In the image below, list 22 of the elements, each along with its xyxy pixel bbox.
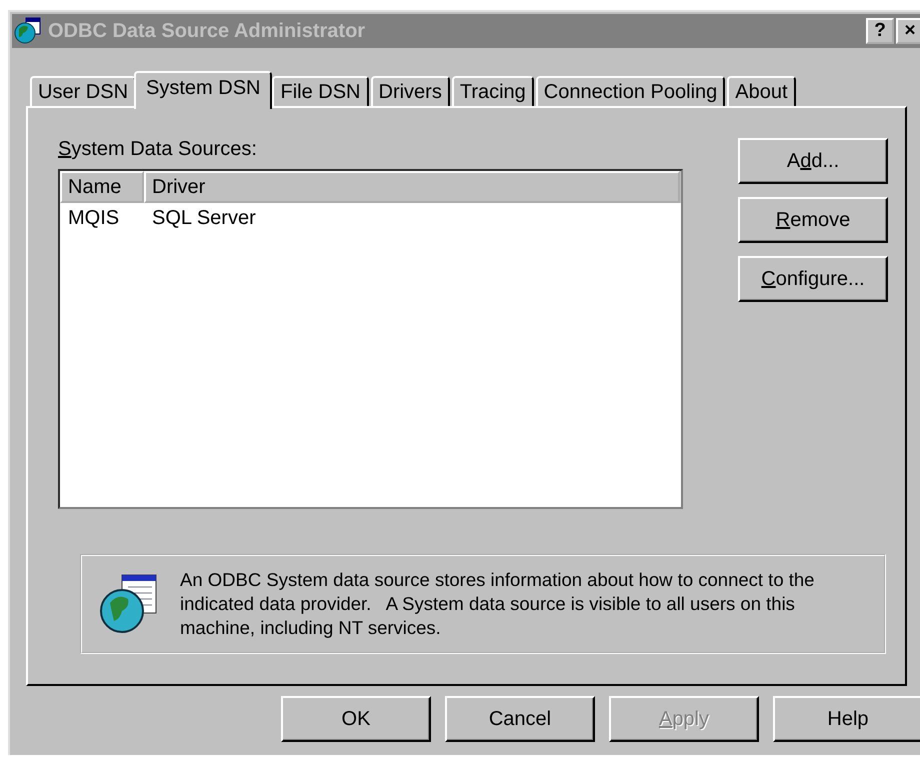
data-source-list[interactable]: Name Driver MQIS SQL Server <box>58 169 683 509</box>
dialog-button[interactable]: OK <box>281 696 431 742</box>
window-title: ODBC Data Source Administrator <box>48 20 366 42</box>
tab[interactable]: Tracing <box>452 76 534 106</box>
column-header[interactable]: Driver <box>144 171 680 203</box>
tab[interactable]: User DSN <box>30 76 136 106</box>
list-row[interactable]: MQIS SQL Server <box>60 203 681 233</box>
close-button[interactable]: × <box>896 18 920 44</box>
help-button[interactable]: ? <box>866 18 894 44</box>
dialog-button[interactable]: Add... <box>738 138 888 184</box>
dialog-button[interactable]: Help <box>773 696 920 742</box>
dialog-button[interactable]: Remove <box>738 197 888 243</box>
tab[interactable]: Connection Pooling <box>536 76 726 106</box>
tab[interactable]: System DSN <box>134 71 272 109</box>
info-text: An ODBC System data source stores information about how to connect to the indicated data provider. A System data source is visible to all users on this machine, including NT services. <box>180 568 816 640</box>
tab[interactable]: Drivers <box>370 76 450 106</box>
tab[interactable]: About <box>727 76 796 106</box>
dialog-button[interactable]: Configure... <box>738 256 888 302</box>
list-label: System Data Sources: <box>58 138 258 161</box>
tab[interactable]: File DSN <box>272 76 368 106</box>
column-header[interactable]: Name <box>60 171 144 203</box>
dialog-button[interactable]: Cancel <box>445 696 595 742</box>
